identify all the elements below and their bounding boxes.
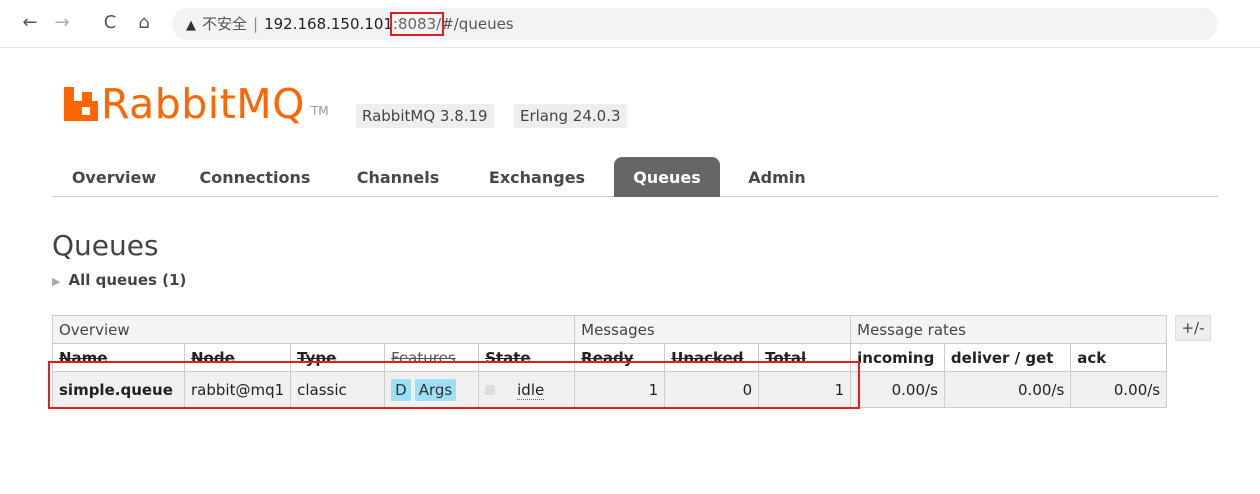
all-queues-toggle[interactable]: ▶ All queues (1) xyxy=(52,271,186,289)
queue-name-link[interactable]: simple.queue xyxy=(52,371,185,408)
ready-count: 1 xyxy=(574,371,666,408)
queue-node: rabbit@mq1 xyxy=(183,371,292,408)
url-host: 192.168.150.101 xyxy=(264,15,393,33)
col-type[interactable]: Type xyxy=(290,343,386,372)
expand-triangle-icon: ▶ xyxy=(52,275,61,288)
tab-exchanges[interactable]: Exchanges xyxy=(480,157,594,197)
page-title: Queues xyxy=(52,229,159,262)
group-overview: Overview xyxy=(51,315,576,344)
warning-icon[interactable]: ▲ xyxy=(186,18,196,33)
queue-state: idle xyxy=(478,371,576,408)
main-nav-tabs: Overview Connections Channels Exchanges … xyxy=(52,157,1218,197)
ack-rate: 0.00/s xyxy=(1070,371,1168,408)
unacked-count: 0 xyxy=(664,371,760,408)
tab-queues[interactable]: Queues xyxy=(614,157,720,197)
address-bar[interactable]: ▲ 不安全 | 192.168.150.101:8083/#/queues xyxy=(172,8,1218,40)
col-deliver-get[interactable]: deliver / get xyxy=(943,343,1072,372)
all-queues-label: All queues (1) xyxy=(68,271,187,289)
feature-durable-badge[interactable]: D xyxy=(391,378,411,401)
queues-table: Overview Messages Message rates Name Nod… xyxy=(51,315,1168,408)
erlang-version-badge: Erlang 24.0.3 xyxy=(514,104,627,128)
col-state[interactable]: State xyxy=(478,343,576,372)
tab-channels[interactable]: Channels xyxy=(348,157,448,197)
total-count: 1 xyxy=(758,371,852,408)
queue-type: classic xyxy=(290,371,386,408)
col-ready[interactable]: Ready xyxy=(574,343,666,372)
reload-icon[interactable]: C xyxy=(100,13,120,33)
logo-text: RabbitMQ xyxy=(101,80,305,128)
rabbitmq-logo-icon xyxy=(64,87,98,121)
columns-toggle-button[interactable]: +/- xyxy=(1175,315,1211,341)
incoming-rate: 0.00/s xyxy=(850,371,945,408)
col-incoming[interactable]: incoming xyxy=(850,343,945,372)
table-row[interactable]: simple.queue rabbit@mq1 classic D Args id… xyxy=(52,371,1168,408)
col-name[interactable]: Name xyxy=(52,343,185,372)
forward-arrow-icon[interactable]: → xyxy=(52,13,72,33)
browser-toolbar: ← → C ⌂ ▲ 不安全 | 192.168.150.101:8083/#/queu… xyxy=(0,0,1260,48)
tab-overview[interactable]: Overview xyxy=(62,157,166,197)
insecure-label[interactable]: 不安全 xyxy=(202,15,247,33)
deliver-get-rate: 0.00/s xyxy=(943,371,1072,408)
group-messages: Messages xyxy=(574,315,852,344)
rabbitmq-logo[interactable]: RabbitMQ TM xyxy=(64,82,329,126)
feature-args-badge[interactable]: Args xyxy=(414,378,457,401)
col-ack[interactable]: ack xyxy=(1070,343,1168,372)
col-features: Features xyxy=(384,343,480,372)
back-arrow-icon[interactable]: ← xyxy=(20,13,40,33)
queue-features: D Args xyxy=(384,371,480,408)
state-label: idle xyxy=(517,380,545,400)
col-total[interactable]: Total xyxy=(758,343,852,372)
url-path: #/queues xyxy=(441,15,514,33)
address-separator: | xyxy=(253,15,259,33)
col-node[interactable]: Node xyxy=(183,343,292,372)
rabbitmq-version-badge: RabbitMQ 3.8.19 xyxy=(356,104,494,128)
col-unacked[interactable]: Unacked xyxy=(664,343,760,372)
logo-trademark: TM xyxy=(310,104,329,118)
home-icon[interactable]: ⌂ xyxy=(134,13,154,33)
group-message-rates: Message rates xyxy=(850,315,1168,344)
tab-connections[interactable]: Connections xyxy=(190,157,320,197)
tab-admin[interactable]: Admin xyxy=(742,157,812,197)
state-indicator-icon xyxy=(485,385,496,395)
url-port: :8083/ xyxy=(389,12,445,36)
